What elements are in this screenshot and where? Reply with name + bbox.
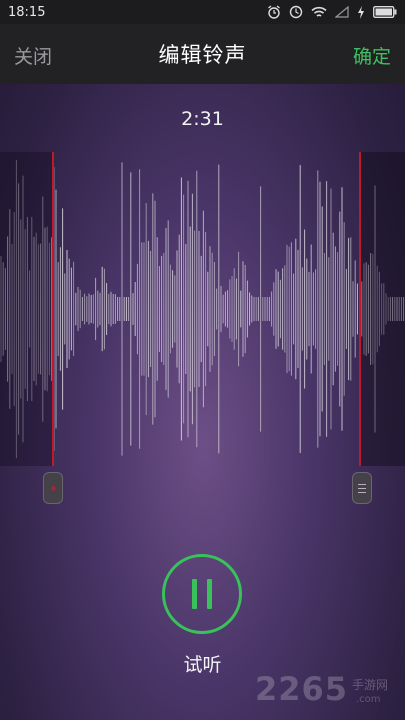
handle-grip [358,487,366,489]
watermark-domain: .com [356,694,381,705]
waveform-editor[interactable] [0,152,405,466]
confirm-button[interactable]: 确定 [353,42,391,69]
handle-dot [50,485,56,491]
signal-icon [335,6,349,18]
selection-start-handle[interactable] [43,472,63,504]
wifi-icon [311,6,327,17]
pause-button[interactable] [162,554,242,634]
waveform-bars [0,159,405,459]
selection-end-handle[interactable] [352,472,372,504]
status-bar: 18:15 [0,0,405,24]
waveform-right-dim [360,152,405,466]
battery-icon [373,6,397,18]
handle-grip [358,483,366,485]
handle-grip [358,491,366,493]
status-time: 18:15 [8,4,46,20]
status-icons [267,5,397,19]
page-title: 编辑铃声 [158,43,247,67]
watermark-logo: 2265 [255,670,349,708]
charging-icon [358,5,364,19]
nav-bar: 关闭 编辑铃声 确定 [0,24,405,84]
duration-readout: 2:31 [181,108,224,130]
waveform[interactable] [0,152,405,466]
pause-icon [207,579,212,609]
watermark-sub: 手游网 [352,678,389,692]
alarm-icon [268,5,280,19]
clock-icon [289,5,303,19]
pause-icon [192,579,197,609]
close-button[interactable]: 关闭 [14,42,52,69]
